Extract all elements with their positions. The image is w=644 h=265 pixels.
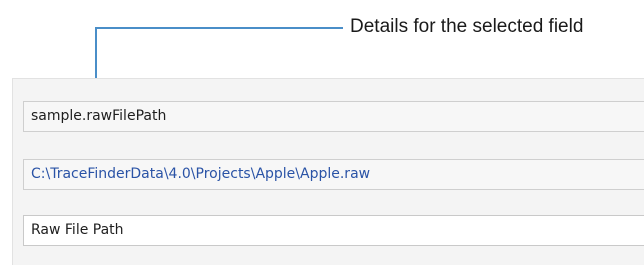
field-value-box: C:\TraceFinderData\4.0\Projects\Apple\Ap… xyxy=(23,159,644,190)
field-details-panel: sample.rawFilePath C:\TraceFinderData\4.… xyxy=(12,78,644,265)
display-name-input[interactable]: Raw File Path xyxy=(23,215,644,246)
field-name-box: sample.rawFilePath xyxy=(23,101,644,132)
callout-label: Details for the selected field xyxy=(350,16,584,37)
